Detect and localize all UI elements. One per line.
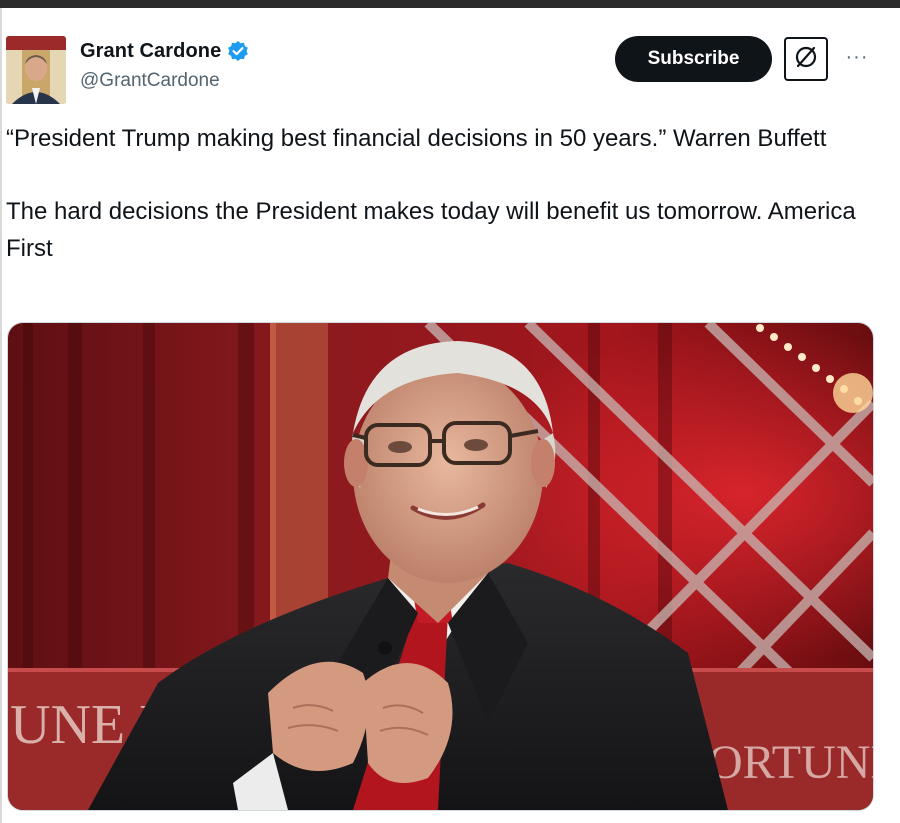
tweet-media-photo[interactable]: UNE FO ORTUNE <box>7 322 874 811</box>
tweet-text: “President Trump making best financial d… <box>6 120 876 267</box>
author-display-name[interactable]: Grant Cardone <box>80 40 221 63</box>
more-horizontal-icon: ··· <box>845 45 869 68</box>
author-handle[interactable]: @GrantCardone <box>80 70 220 92</box>
tweet-card: Grant Cardone @GrantCardone Subscribe ··… <box>0 8 900 823</box>
window-top-bar <box>0 0 900 8</box>
subscribe-button[interactable]: Subscribe <box>615 36 772 82</box>
tweet-paragraph-comment: The hard decisions the President makes t… <box>6 198 856 262</box>
grok-button[interactable] <box>784 37 828 81</box>
grok-slash-icon <box>793 44 819 75</box>
backdrop-sign-right: ORTUNE <box>708 736 873 789</box>
verified-badge-icon <box>227 40 249 62</box>
tweet-paragraph-quote: “President Trump making best financial d… <box>6 125 827 152</box>
more-options-button[interactable]: ··· <box>842 42 872 72</box>
avatar[interactable] <box>6 36 66 104</box>
author-name-row[interactable]: Grant Cardone <box>80 38 249 64</box>
